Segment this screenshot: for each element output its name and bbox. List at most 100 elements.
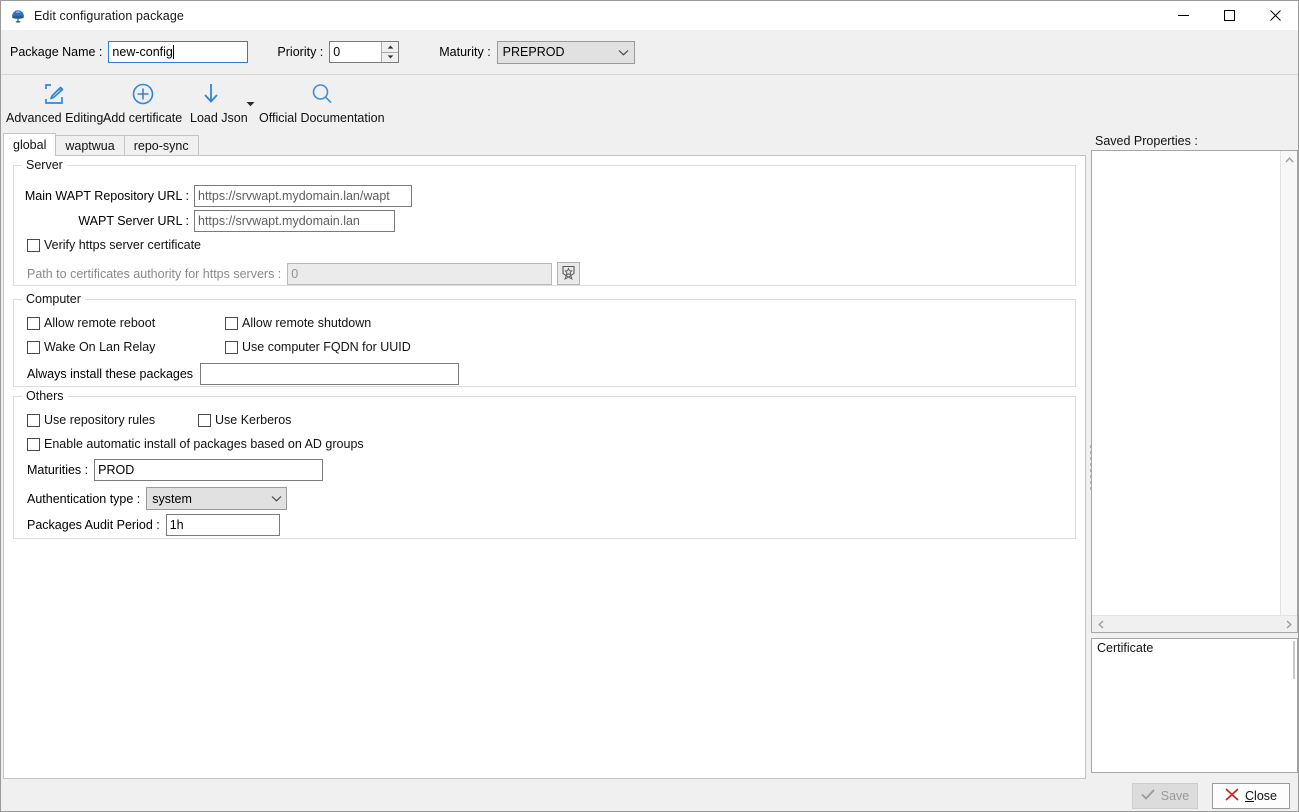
close-icon[interactable] bbox=[1252, 1, 1298, 30]
server-url-row: WAPT Server URL : https://srvwapt.mydoma… bbox=[24, 210, 395, 232]
ca-path-input[interactable]: 0 bbox=[287, 262, 553, 285]
others-group: Others Use repository rules Use Kerberos… bbox=[13, 389, 1076, 539]
main-repo-label: Main WAPT Repository URL : bbox=[24, 189, 189, 203]
auto-install-ad-groups-checkbox[interactable]: Enable automatic install of packages bas… bbox=[27, 437, 364, 451]
allow-remote-shutdown-row[interactable]: Allow remote shutdown bbox=[225, 316, 371, 330]
close-button-label: Close bbox=[1245, 789, 1277, 803]
saved-properties-vscrollbar[interactable] bbox=[1280, 151, 1297, 632]
search-magnifier-icon bbox=[309, 79, 335, 109]
priority-spinner[interactable]: 0 bbox=[329, 41, 400, 63]
close-button[interactable]: Close bbox=[1212, 783, 1290, 809]
chevron-down-icon bbox=[266, 495, 286, 502]
use-repository-rules-checkbox-box[interactable] bbox=[27, 413, 40, 427]
always-install-input[interactable] bbox=[200, 363, 460, 385]
allow-remote-shutdown-checkbox[interactable]: Allow remote shutdown bbox=[225, 316, 371, 330]
maturities-row: Maturities : PROD bbox=[27, 459, 324, 481]
main-repo-input[interactable]: https://srvwapt.mydomain.lan/wapt bbox=[194, 185, 412, 207]
use-kerberos-checkbox-box[interactable] bbox=[198, 413, 211, 427]
certificate-list[interactable]: Certificate bbox=[1091, 638, 1298, 773]
add-certificate-button[interactable]: Add certificate bbox=[103, 79, 182, 125]
list-item[interactable]: Certificate bbox=[1092, 639, 1297, 657]
use-repository-rules-checkbox[interactable]: Use repository rules bbox=[27, 413, 155, 427]
auth-type-label: Authentication type : bbox=[27, 491, 141, 506]
auth-type-value: system bbox=[152, 491, 192, 506]
verify-https-label: Verify https server certificate bbox=[44, 238, 202, 252]
verify-https-checkbox[interactable]: Verify https server certificate bbox=[27, 238, 201, 252]
computer-fqdn-label: Use computer FQDN for UUID bbox=[242, 340, 411, 354]
priority-label: Priority : bbox=[277, 45, 324, 59]
maximize-icon[interactable] bbox=[1206, 1, 1252, 30]
always-install-row: Always install these packages bbox=[27, 363, 460, 385]
scroll-left-icon[interactable] bbox=[1092, 616, 1109, 632]
saved-properties-hscrollbar[interactable] bbox=[1092, 615, 1297, 632]
load-json-label: Load Json bbox=[190, 111, 248, 125]
verify-https-row[interactable]: Verify https server certificate bbox=[27, 238, 201, 252]
package-name-label: Package Name : bbox=[10, 45, 103, 59]
edit-configuration-package-window: Edit configuration package Package Name … bbox=[0, 0, 1299, 812]
tab-global[interactable]: global bbox=[3, 133, 57, 156]
allow-remote-shutdown-checkbox-box[interactable] bbox=[225, 316, 238, 330]
checkmark-icon bbox=[1141, 789, 1155, 803]
saved-properties-list[interactable] bbox=[1091, 150, 1298, 633]
right-panel: Saved Properties : Certificate Save Clos… bbox=[1091, 133, 1298, 811]
allow-remote-shutdown-label: Allow remote shutdown bbox=[242, 316, 372, 330]
maturity-label: Maturity : bbox=[439, 45, 491, 59]
official-documentation-button[interactable]: Official Documentation bbox=[259, 79, 385, 125]
computer-group-title: Computer bbox=[22, 292, 85, 306]
priority-spin-buttons[interactable] bbox=[381, 42, 399, 62]
edit-pencil-square-icon bbox=[42, 79, 68, 109]
maturities-value: PROD bbox=[98, 463, 135, 477]
audit-period-input[interactable]: 1h bbox=[165, 514, 280, 536]
wake-on-lan-checkbox[interactable]: Wake On Lan Relay bbox=[27, 340, 155, 354]
toolbar: Advanced Editing Add certificate Load Js… bbox=[1, 76, 1298, 133]
computer-fqdn-checkbox-box[interactable] bbox=[225, 340, 238, 354]
chevron-down-icon bbox=[614, 49, 634, 56]
package-name-input[interactable]: new-config bbox=[108, 41, 249, 63]
priority-decrement-button[interactable] bbox=[382, 52, 399, 62]
use-repository-rules-label: Use repository rules bbox=[44, 413, 156, 427]
server-url-input[interactable]: https://srvwapt.mydomain.lan bbox=[194, 210, 395, 232]
tab-repo-sync[interactable]: repo-sync bbox=[123, 135, 199, 156]
advanced-editing-button[interactable]: Advanced Editing bbox=[6, 79, 103, 125]
minimize-icon[interactable] bbox=[1160, 1, 1206, 30]
server-group-title: Server bbox=[22, 158, 67, 172]
use-repo-rules-row[interactable]: Use repository rules bbox=[27, 413, 155, 427]
auth-type-select[interactable]: system bbox=[146, 487, 288, 510]
wake-on-lan-checkbox-box[interactable] bbox=[27, 340, 40, 354]
scroll-up-icon[interactable] bbox=[1281, 151, 1297, 168]
tab-waptwua[interactable]: waptwua bbox=[55, 135, 125, 156]
ca-browse-button[interactable] bbox=[557, 262, 581, 285]
computer-fqdn-row[interactable]: Use computer FQDN for UUID bbox=[225, 340, 411, 354]
auto-install-ad-groups-checkbox-box[interactable] bbox=[27, 437, 40, 451]
always-install-label: Always install these packages bbox=[27, 367, 194, 381]
use-kerberos-checkbox[interactable]: Use Kerberos bbox=[198, 413, 291, 427]
verify-https-checkbox-box[interactable] bbox=[27, 238, 40, 252]
close-button-rest: lose bbox=[1254, 789, 1277, 803]
tab-repo-sync-label: repo-sync bbox=[133, 139, 189, 153]
allow-remote-reboot-row[interactable]: Allow remote reboot bbox=[27, 316, 155, 330]
maturity-value: PREPROD bbox=[502, 45, 565, 59]
priority-increment-button[interactable] bbox=[382, 42, 399, 53]
allow-remote-reboot-checkbox[interactable]: Allow remote reboot bbox=[27, 316, 155, 330]
plus-circle-icon bbox=[130, 79, 156, 109]
tab-strip: global waptwua repo-sync bbox=[3, 133, 199, 156]
computer-fqdn-checkbox[interactable]: Use computer FQDN for UUID bbox=[225, 340, 411, 354]
scroll-right-icon[interactable] bbox=[1280, 616, 1297, 632]
allow-remote-reboot-checkbox-box[interactable] bbox=[27, 316, 40, 330]
saved-properties-label: Saved Properties : bbox=[1095, 134, 1198, 148]
auto-install-ad-row[interactable]: Enable automatic install of packages bas… bbox=[27, 437, 364, 451]
certificate-list-scroll-thumb[interactable] bbox=[1293, 641, 1295, 679]
save-button-label: Save bbox=[1160, 789, 1190, 803]
maturities-input[interactable]: PROD bbox=[94, 459, 324, 481]
save-button[interactable]: Save bbox=[1132, 783, 1198, 809]
certificate-badge-icon bbox=[560, 264, 577, 284]
main-repo-row: Main WAPT Repository URL : https://srvwa… bbox=[24, 185, 412, 207]
advanced-editing-label: Advanced Editing bbox=[6, 111, 104, 125]
load-json-dropdown-arrow-icon[interactable] bbox=[246, 96, 255, 110]
maturity-select[interactable]: PREPROD bbox=[496, 40, 635, 64]
window-title: Edit configuration package bbox=[34, 8, 184, 23]
allow-remote-reboot-label: Allow remote reboot bbox=[44, 316, 156, 330]
use-kerberos-row[interactable]: Use Kerberos bbox=[198, 413, 291, 427]
priority-value[interactable]: 0 bbox=[330, 42, 381, 62]
wake-on-lan-row[interactable]: Wake On Lan Relay bbox=[27, 340, 155, 354]
